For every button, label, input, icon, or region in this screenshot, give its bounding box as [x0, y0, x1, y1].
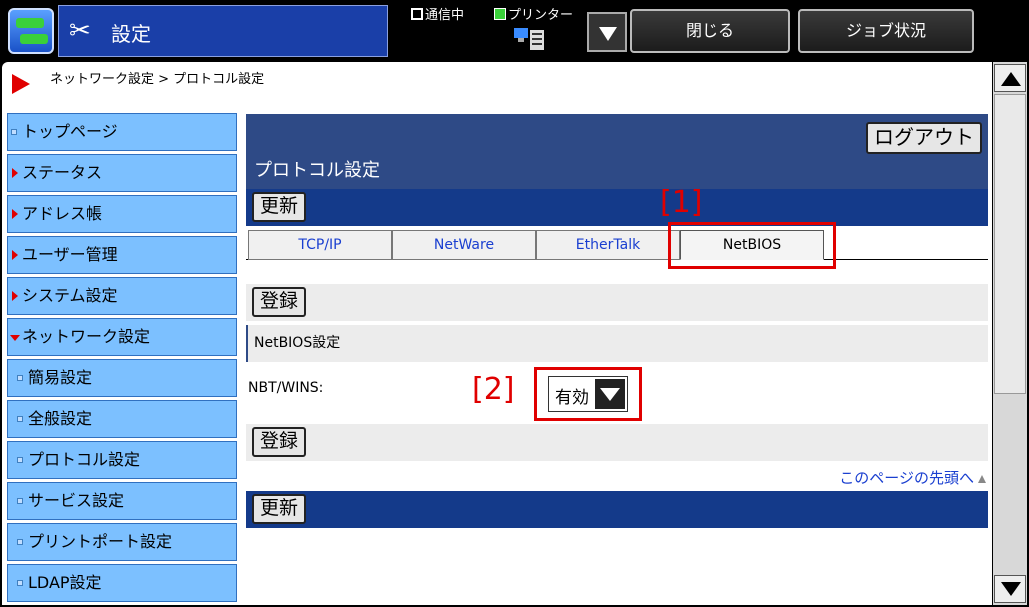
- page-top-link-row: このページの先頭へ: [246, 461, 988, 491]
- nbt-wins-value: 有効: [555, 388, 589, 408]
- sidebar: トップページ ステータス アドレス帳 ユーザー管理 システム設定 ネットワーク設…: [7, 113, 237, 605]
- protocol-tabs: TCP/IP NetWare EtherTalk NetBIOS: [246, 222, 988, 276]
- annotation-1: [1]: [660, 185, 703, 220]
- scroll-down-button[interactable]: [994, 575, 1026, 603]
- sidebar-item-system-settings[interactable]: システム設定: [7, 277, 237, 315]
- app-title-box: ✂ 設定: [58, 5, 388, 57]
- checkbox-icon: [411, 8, 423, 20]
- sidebar-item-easy-settings[interactable]: 簡易設定: [7, 359, 237, 397]
- main-panel: ログアウト プロトコル設定 更新 [1] TCP/IP NetWare Ethe…: [246, 114, 988, 528]
- top-bar: ✂ 設定 通信中 プリンター 閉じる ジョブ状況: [0, 0, 1029, 62]
- tab-ethertalk[interactable]: EtherTalk: [536, 230, 680, 260]
- breadcrumb: ネットワーク設定 > プロトコル設定: [50, 72, 265, 87]
- home-icon[interactable]: [8, 8, 54, 54]
- sidebar-item-ldap-settings[interactable]: LDAP設定: [7, 564, 237, 602]
- tab-netware[interactable]: NetWare: [392, 230, 536, 260]
- tools-icon: ✂: [69, 16, 91, 46]
- status-printer: プリンター: [494, 4, 573, 23]
- page-title: プロトコル設定: [254, 160, 380, 181]
- sidebar-item-protocol-settings[interactable]: プロトコル設定: [7, 441, 237, 479]
- printer-status-icon: [494, 8, 506, 20]
- nbt-wins-row: NBT/WINS: [2] 有効: [246, 362, 988, 424]
- play-icon[interactable]: [12, 74, 30, 94]
- sidebar-item-top-page[interactable]: トップページ: [7, 113, 237, 151]
- nbt-wins-select[interactable]: 有効: [548, 376, 628, 412]
- logout-button[interactable]: ログアウト: [866, 122, 982, 154]
- breadcrumb-bar: ネットワーク設定 > プロトコル設定: [2, 62, 992, 106]
- annotation-1-highlight: [668, 222, 836, 269]
- nbt-wins-label: NBT/WINS:: [248, 380, 324, 396]
- scroll-thumb[interactable]: [994, 94, 1026, 394]
- content-area: トップページ ステータス アドレス帳 ユーザー管理 システム設定 ネットワーク設…: [2, 106, 992, 605]
- sidebar-item-status[interactable]: ステータス: [7, 154, 237, 192]
- sidebar-item-general-settings[interactable]: 全般設定: [7, 400, 237, 438]
- scrollbar[interactable]: [993, 62, 1027, 605]
- chevron-down-icon[interactable]: [595, 379, 625, 409]
- close-button[interactable]: 閉じる: [630, 9, 790, 53]
- update-button-top[interactable]: 更新: [252, 192, 307, 222]
- register-bar-top: 登録: [246, 284, 988, 321]
- register-bar-bottom: 登録: [246, 424, 988, 461]
- job-status-button[interactable]: ジョブ状況: [798, 9, 974, 53]
- top-action-bar: 更新 [1]: [246, 185, 988, 226]
- section-title: NetBIOS設定: [246, 325, 988, 362]
- sidebar-item-network-settings[interactable]: ネットワーク設定: [7, 318, 237, 356]
- tab-tcpip[interactable]: TCP/IP: [248, 230, 392, 260]
- printer-icon: [514, 28, 544, 50]
- sidebar-item-address-book[interactable]: アドレス帳: [7, 195, 237, 233]
- sidebar-item-service-settings[interactable]: サービス設定: [7, 482, 237, 520]
- annotation-2: [2]: [472, 372, 515, 407]
- sidebar-item-print-port-settings[interactable]: プリントポート設定: [7, 523, 237, 561]
- scroll-up-button[interactable]: [994, 64, 1026, 92]
- status-communication: 通信中: [411, 4, 464, 23]
- sidebar-item-user-management[interactable]: ユーザー管理: [7, 236, 237, 274]
- register-button-bottom[interactable]: 登録: [252, 427, 307, 457]
- page-top-link[interactable]: このページの先頭へ: [839, 467, 974, 488]
- bottom-action-bar: 更新: [246, 491, 988, 528]
- page-header: ログアウト プロトコル設定: [246, 114, 988, 189]
- update-button-bottom[interactable]: 更新: [252, 494, 307, 524]
- up-arrow-icon: [978, 475, 986, 483]
- status-dropdown-button[interactable]: [587, 12, 627, 52]
- register-button-top[interactable]: 登録: [252, 287, 307, 317]
- app-title: 設定: [111, 22, 151, 46]
